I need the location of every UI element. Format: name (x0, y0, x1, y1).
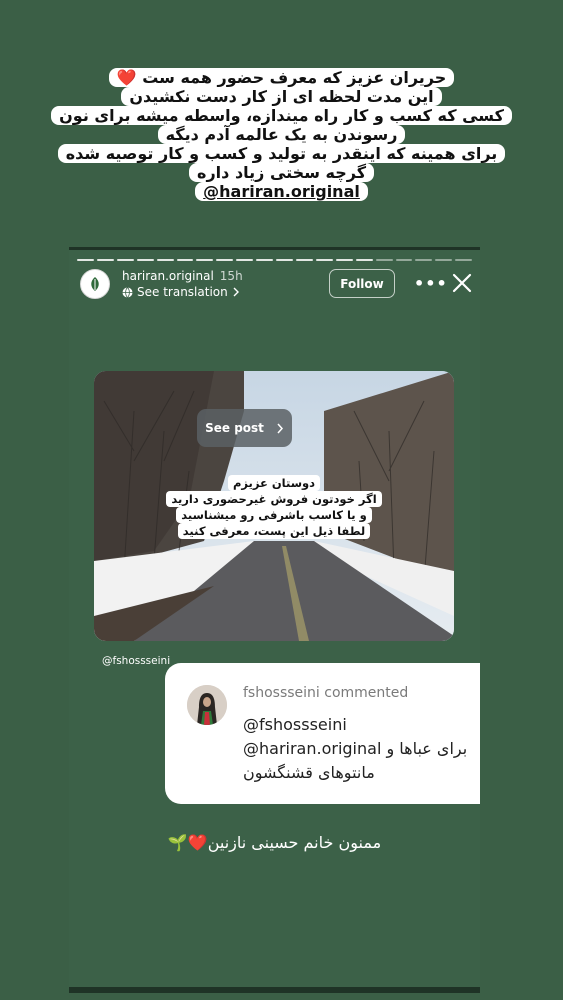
progress-segment (236, 259, 254, 261)
leaf-logo-icon (91, 277, 99, 291)
post-text-line-4: لطفا ذیل این پست، معرفی کنید (177, 523, 371, 539)
globe-icon (122, 286, 133, 298)
commenter-avatar (187, 685, 227, 725)
caption-line-6: گرچه سختی زیاد داره (189, 163, 374, 182)
progress-segment (156, 259, 174, 261)
story-time: 15h (219, 269, 243, 283)
post-overlay-text: دوستان عزیزم اگر خودتون فروش غیرحضوری دا… (94, 475, 454, 539)
more-options-icon[interactable]: ••• (414, 274, 448, 293)
comment-line-1: @fshossseini (243, 715, 347, 734)
progress-segment (176, 259, 194, 261)
progress-segment (116, 259, 134, 261)
comment-title: fshossseini commented (243, 685, 409, 701)
frame-bottom-border (69, 987, 480, 993)
progress-segment (77, 259, 94, 261)
chevron-right-icon (233, 287, 239, 297)
progress-segment (136, 259, 154, 261)
progress-segment (355, 259, 373, 261)
frame-top-border (69, 247, 480, 250)
caption-line-1-text: حریران عزیز که معرف حضور همه ست (142, 68, 447, 87)
progress-segment (455, 259, 473, 261)
heart-sprout-icon: ❤️🌱 (167, 833, 208, 852)
mention-tag[interactable]: @fshossseini (102, 655, 170, 667)
progress-segment (315, 259, 333, 261)
comment-line-3: مانتوهای قشنگشون (243, 763, 375, 782)
progress-segment (256, 259, 274, 261)
profile-avatar[interactable] (80, 269, 110, 299)
story-header: hariran.original 15h See translation Foll… (80, 269, 472, 305)
close-icon[interactable] (450, 271, 474, 295)
progress-segment (196, 259, 214, 261)
post-preview-photo[interactable]: See post دوستان عزیزم اگر خودتون فروش غی… (94, 371, 454, 641)
caption-line-4: رسوندن به یک عالمه آدم دیگه (157, 125, 406, 144)
story-username-row: hariran.original 15h (122, 269, 243, 283)
post-text-line-1: دوستان عزیزم (227, 475, 321, 491)
story-progress-bar (77, 259, 473, 261)
progress-segment (375, 259, 393, 261)
see-post-label: See post (205, 421, 264, 435)
progress-segment (335, 259, 353, 261)
progress-segment (295, 259, 313, 261)
heart-icon: ❤️ (116, 68, 137, 87)
follow-button[interactable]: Follow (329, 269, 395, 298)
progress-segment (415, 259, 433, 261)
thanks-text: ممنون خانم حسینی نازنین❤️🌱 (69, 833, 480, 852)
caption-handle-link[interactable]: @hariran.original (195, 182, 368, 201)
caption-line-1: حریران عزیز که معرف حضور همه ست ❤️ (108, 68, 455, 87)
comment-card[interactable]: fshossseini commented @fshossseini @hari… (165, 663, 480, 804)
progress-segment (96, 259, 114, 261)
comment-line-2: @hariran.original برای عباها و (243, 739, 468, 758)
see-translation-link[interactable]: See translation (122, 285, 240, 299)
chevron-right-icon (277, 423, 283, 433)
story-username[interactable]: hariran.original (122, 269, 214, 283)
see-translation-label: See translation (137, 285, 228, 299)
progress-segment (435, 259, 453, 261)
post-text-line-2: اگر خودتون فروش غیرحضوری دارید (166, 491, 382, 507)
caption-line-2: این مدت لحظه ای از کار دست نکشیدن (121, 87, 442, 106)
caption-line-3: کسی که کسب و کار راه میندازه، واسطه میشه… (51, 106, 512, 125)
caption-line-5: برای همینه که اینقدر به تولید و کسب و کا… (57, 144, 506, 163)
post-text-line-3: و یا کاسب باشرفی رو میشناسید (176, 507, 372, 523)
shared-story-frame: hariran.original 15h See translation Foll… (69, 247, 480, 993)
story-caption: حریران عزیز که معرف حضور همه ست ❤️ این م… (0, 68, 563, 201)
person-avatar-icon (187, 685, 227, 725)
thanks-label: ممنون خانم حسینی نازنین (207, 833, 382, 852)
progress-segment (395, 259, 413, 261)
see-post-button[interactable]: See post (197, 409, 292, 447)
progress-segment (276, 259, 293, 261)
progress-segment (216, 259, 234, 261)
